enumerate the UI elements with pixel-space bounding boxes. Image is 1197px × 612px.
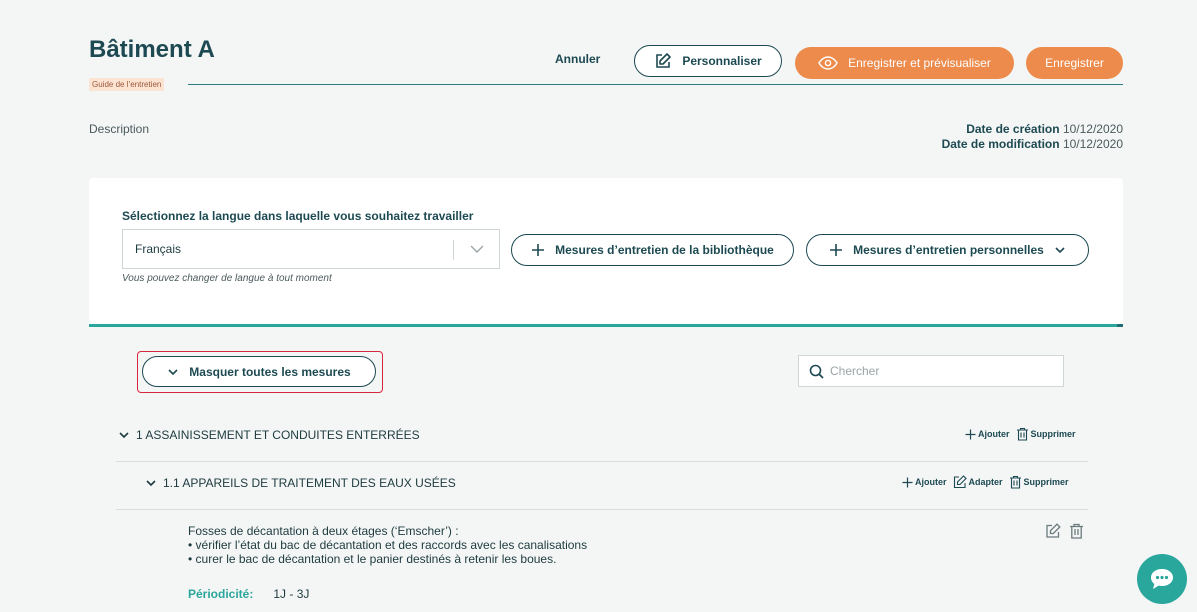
section-actions: Ajouter Supprimer: [965, 427, 1076, 441]
plus-icon: [965, 429, 976, 439]
description-label: Description: [89, 122, 150, 136]
section-label: 1 ASSAINISSEMENT ET CONDUITES ENTERRÉES: [136, 428, 420, 442]
row-divider: [116, 509, 1088, 510]
periodicity-value: 1J - 3J: [273, 587, 310, 601]
section-add-label: Ajouter: [978, 429, 1010, 439]
personalize-button[interactable]: Personnaliser: [634, 45, 782, 77]
subsection-actions: Ajouter Adapter Supprimer: [902, 475, 1069, 489]
select-separator: [453, 240, 454, 260]
modified-value: 10/12/2020: [1062, 137, 1123, 151]
language-hint: Vous pouvez changer de langue à tout mom…: [122, 273, 332, 284]
maintenance-card: Sélectionnez la langue dans laquelle vou…: [89, 178, 1123, 612]
chat-button[interactable]: [1137, 554, 1187, 604]
trash-icon: [1016, 427, 1028, 441]
subsection-delete-button[interactable]: Supprimer: [1009, 475, 1069, 489]
section-delete-button[interactable]: Supprimer: [1016, 427, 1076, 441]
periodicity-label: Périodicité:: [188, 587, 254, 601]
library-measures-button[interactable]: Mesures d’entretien de la bibliothèque: [511, 234, 794, 266]
save-label: Enregistrer: [1045, 56, 1104, 70]
save-preview-button[interactable]: Enregistrer et prévisualiser: [795, 47, 1014, 79]
language-label: Sélectionnez la langue dans laquelle vou…: [122, 209, 474, 223]
save-preview-label: Enregistrer et prévisualiser: [848, 56, 991, 70]
language-select[interactable]: Français: [122, 229, 500, 269]
plus-icon: [902, 477, 913, 487]
save-button[interactable]: Enregistrer: [1026, 47, 1123, 79]
modified-label: Date de modification: [941, 137, 1060, 151]
created-value: 10/12/2020: [1062, 122, 1123, 136]
page-title: Bâtiment A: [89, 36, 215, 63]
edit-icon[interactable]: [1045, 523, 1061, 539]
edit-icon: [953, 475, 967, 489]
chevron-down-icon: [168, 368, 178, 375]
measure-line-2: • vérifier l’état du bac de décantation …: [188, 538, 588, 552]
row-divider: [116, 461, 1088, 462]
personal-measures-button[interactable]: Mesures d’entretien personnelles: [806, 234, 1089, 266]
section-add-button[interactable]: Ajouter: [965, 429, 1010, 440]
measure-item-text: Fosses de décantation à deux étages (‘Em…: [188, 524, 587, 566]
trash-icon: [1009, 475, 1021, 489]
dates-block: Date de création 10/12/2020 Date de modi…: [942, 122, 1123, 152]
library-measures-label: Mesures d’entretien de la bibliothèque: [555, 243, 774, 257]
search-box: [798, 355, 1064, 387]
search-icon: [809, 364, 824, 379]
subsection-adapt-label: Adapter: [968, 477, 1003, 487]
eye-icon: [818, 56, 838, 70]
header-divider: [188, 84, 1123, 85]
created-label: Date de création: [966, 122, 1060, 136]
edit-icon: [656, 53, 672, 68]
subsection-label: 1.1 APPAREILS DE TRAITEMENT DES EAUX USÉ…: [163, 476, 456, 490]
guide-tag: Guide de l’entretien: [89, 78, 165, 91]
personalize-label: Personnaliser: [682, 54, 762, 68]
subsection-add-button[interactable]: Ajouter: [902, 477, 947, 488]
language-selected-value: Français: [135, 242, 182, 256]
chevron-down-icon[interactable]: [145, 477, 157, 489]
trash-icon[interactable]: [1069, 523, 1084, 539]
section-row[interactable]: 1 ASSAINISSEMENT ET CONDUITES ENTERRÉES: [118, 428, 420, 442]
periodicity-row: Périodicité: 1J - 3J: [188, 587, 309, 601]
collapse-all-label: Masquer toutes les mesures: [189, 364, 351, 379]
subsection-row[interactable]: 1.1 APPAREILS DE TRAITEMENT DES EAUX USÉ…: [145, 476, 456, 490]
measures-panel: Masquer toutes les mesures 1 ASSAINISSEM…: [89, 327, 1123, 612]
subsection-adapt-button[interactable]: Adapter: [953, 475, 1003, 489]
subsection-delete-label: Supprimer: [1023, 477, 1069, 487]
measure-item-actions: [1045, 523, 1084, 539]
search-input[interactable]: [830, 364, 1050, 378]
subsection-add-label: Ajouter: [915, 477, 947, 487]
measure-line-1: Fosses de décantation à deux étages (‘Em…: [188, 524, 459, 538]
plus-icon: [830, 244, 843, 256]
plus-icon: [532, 244, 545, 256]
measure-line-3: • curer le bac de décantation et le pani…: [188, 552, 557, 566]
chevron-down-icon: [470, 245, 484, 253]
collapse-all-button[interactable]: Masquer toutes les mesures: [142, 356, 376, 387]
chevron-down-icon[interactable]: [118, 429, 130, 441]
personal-measures-label: Mesures d’entretien personnelles: [853, 243, 1044, 257]
cancel-button[interactable]: Annuler: [555, 44, 600, 74]
section-delete-label: Supprimer: [1030, 429, 1076, 439]
chevron-down-icon: [1055, 247, 1065, 254]
page: Bâtiment A Guide de l’entretien Annuler …: [0, 0, 1197, 612]
chat-icon: [1151, 569, 1173, 589]
